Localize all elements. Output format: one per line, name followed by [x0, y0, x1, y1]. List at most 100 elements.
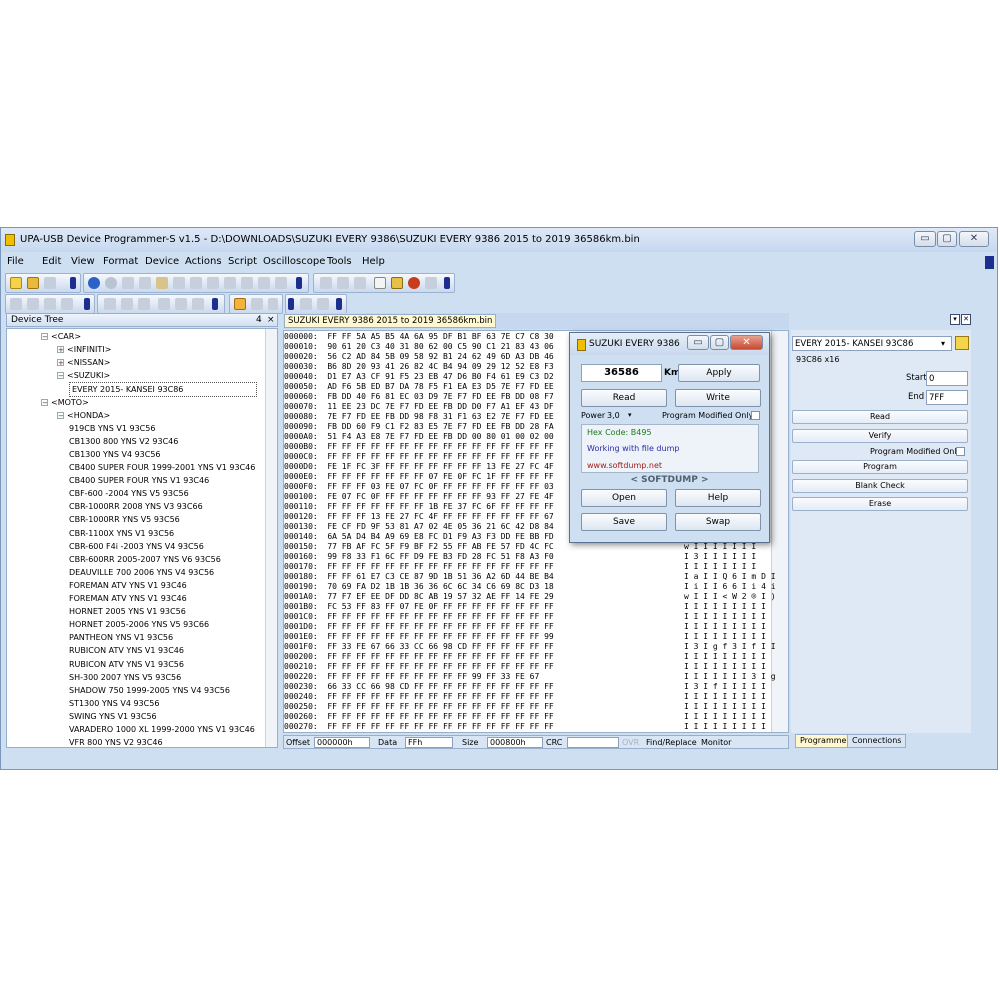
- hex-row[interactable]: 000170: FF FF FF FF FF FF FF FF FF FF FF…: [284, 562, 554, 572]
- wave-icon[interactable]: [268, 298, 278, 310]
- program-modified-only-checkbox[interactable]: [956, 447, 965, 456]
- save-button[interactable]: Save: [581, 513, 667, 531]
- select-mode-icon[interactable]: [251, 298, 263, 310]
- hex-row[interactable]: 000040: D1 E7 A3 CF 91 F5 23 EB 47 D6 B0…: [284, 372, 554, 382]
- ascii-row[interactable]: I I I I I I I I I: [684, 652, 766, 662]
- hex-row[interactable]: 000140: 6A 5A D4 B4 A9 69 E8 FC D1 F9 A3…: [284, 532, 554, 542]
- list-icon[interactable]: [320, 277, 332, 289]
- hex-row[interactable]: 000120: FF FF FF 13 FE 27 FC 4F FF FF FF…: [284, 512, 554, 522]
- view6-icon[interactable]: [192, 298, 204, 310]
- ascii-row[interactable]: I I I I I I I I I: [684, 722, 766, 732]
- hex-row[interactable]: 000070: 11 EE 23 DC 7E F7 FD EE FB DD D0…: [284, 402, 554, 412]
- menu-script[interactable]: Script: [228, 256, 257, 267]
- cross-icon[interactable]: [44, 298, 56, 310]
- hex-row[interactable]: 0001A0: 77 F7 EF EE DF DD 8C AB 19 57 32…: [284, 592, 554, 602]
- cursor-mode-icon[interactable]: [234, 298, 246, 310]
- collapse-icon[interactable]: −: [41, 398, 48, 406]
- toolbar-overflow-icon[interactable]: [70, 277, 76, 289]
- menu-edit[interactable]: Edit: [42, 256, 61, 267]
- hex-row[interactable]: 000000: FF FF 5A A5 B5 4A 6A 95 DF B1 BF…: [284, 332, 554, 342]
- tree-item[interactable]: VFR 800 YNS V2 93C46: [69, 736, 163, 747]
- hex-row[interactable]: 0001E0: FF FF FF FF FF FF FF FF FF FF FF…: [284, 632, 554, 642]
- hex-row[interactable]: 000260: FF FF FF FF FF FF FF FF FF FF FF…: [284, 712, 554, 722]
- open-button[interactable]: Open: [581, 489, 667, 507]
- hex-row[interactable]: 000080: 7E F7 FD EE FB DD 98 F8 31 F1 63…: [284, 412, 554, 422]
- pin-icon[interactable]: 4: [256, 314, 262, 326]
- play-icon[interactable]: [300, 298, 312, 310]
- tree-item[interactable]: SWING YNS V1 93C56: [69, 710, 157, 723]
- collapse-icon[interactable]: −: [57, 411, 64, 419]
- hex-row[interactable]: 000110: FF FF FF FF FF FF FF 1B FE 37 FC…: [284, 502, 554, 512]
- paste-icon[interactable]: [156, 277, 168, 289]
- menu-oscilloscope[interactable]: Oscilloscope: [263, 256, 325, 267]
- document-icon[interactable]: [224, 277, 236, 289]
- erase-icon[interactable]: [425, 277, 437, 289]
- save-icon[interactable]: [44, 277, 56, 289]
- dialog-program-modified-checkbox[interactable]: [751, 411, 760, 420]
- tree-scrollbar[interactable]: [265, 329, 277, 747]
- cut-icon[interactable]: [122, 277, 134, 289]
- website-link[interactable]: www.softdump.net: [587, 461, 662, 470]
- verify-button[interactable]: Verify: [792, 429, 968, 443]
- menu-help[interactable]: Help: [362, 256, 385, 267]
- toolbar-overflow-icon[interactable]: [336, 298, 342, 310]
- close-tab-icon[interactable]: ✕: [961, 314, 971, 325]
- close-icon[interactable]: ×: [267, 314, 275, 326]
- cut2-icon[interactable]: [207, 277, 219, 289]
- ascii-row[interactable]: I I I I I I I I I: [684, 692, 766, 702]
- view2-icon[interactable]: [121, 298, 133, 310]
- tree-item[interactable]: RUBICON ATV YNS V1 93C56: [69, 658, 184, 671]
- view5-icon[interactable]: [175, 298, 187, 310]
- menu-tools[interactable]: Tools: [327, 256, 352, 267]
- blank-check-button[interactable]: Blank Check: [792, 479, 968, 493]
- home-icon[interactable]: [61, 298, 73, 310]
- bug-icon[interactable]: [408, 277, 420, 289]
- erase-button[interactable]: Erase: [792, 497, 968, 511]
- open-folder-icon[interactable]: [27, 277, 39, 289]
- ascii-row[interactable]: I a I I Q 6 I m D I: [684, 572, 776, 582]
- read-chip-icon[interactable]: [337, 277, 349, 289]
- new-file-icon[interactable]: [10, 277, 22, 289]
- tab-connections[interactable]: Connections: [847, 734, 907, 748]
- hex-row[interactable]: 000100: FE 07 FC 0F FF FF FF FF FF FF FF…: [284, 492, 554, 502]
- tree-item[interactable]: CB400 SUPER FOUR YNS V1 93C46: [69, 474, 209, 487]
- hex-row[interactable]: 0000F0: FF FF FF 03 FE 07 FC 0F FF FF FF…: [284, 482, 554, 492]
- menu-view[interactable]: View: [71, 256, 95, 267]
- tree-item[interactable]: SH-300 2007 YNS V5 93C56: [69, 671, 181, 684]
- dialog-maximize-button[interactable]: ▢: [710, 335, 729, 350]
- minimize-button[interactable]: ▭: [914, 231, 936, 247]
- hex-row[interactable]: 000060: FB DD 40 F6 81 EC 03 D9 7E F7 FD…: [284, 392, 554, 402]
- tree-item[interactable]: − <HONDA>: [57, 409, 110, 422]
- crc-field[interactable]: [567, 737, 619, 748]
- tree-item[interactable]: EVERY 2015- KANSEI 93C86: [69, 382, 257, 398]
- view4-icon[interactable]: [158, 298, 170, 310]
- km-field[interactable]: 36586: [581, 364, 662, 382]
- toolbar-overflow-icon[interactable]: [84, 298, 90, 310]
- tree-item[interactable]: FOREMAN ATV YNS V1 93C46: [69, 579, 187, 592]
- hex-row[interactable]: 000230: 66 33 CC 66 98 CD FF FF FF FF FF…: [284, 682, 554, 692]
- toolbar-overflow-icon[interactable]: [288, 298, 294, 310]
- hex-icon[interactable]: [258, 277, 270, 289]
- file-tab[interactable]: SUZUKI EVERY 9386 2015 to 2019 36586km.b…: [284, 314, 497, 328]
- hex-row[interactable]: 000130: FE CF FD 9F 53 81 A7 02 4E 05 36…: [284, 522, 554, 532]
- hex-row[interactable]: 0001F0: FF 33 FE 67 66 33 CC 66 98 CD FF…: [284, 642, 554, 652]
- expand-icon[interactable]: +: [57, 359, 64, 367]
- hex-row[interactable]: 000190: 70 69 FA D2 1B 1B 36 36 6C 6C 34…: [284, 582, 554, 592]
- dialog-read-button[interactable]: Read: [581, 389, 667, 407]
- tree-item[interactable]: HORNET 2005 YNS V1 93C56: [69, 605, 186, 618]
- hex-row[interactable]: 0000C0: FF FF FF FF FF FF FF FF FF FF FF…: [284, 452, 554, 462]
- hex-row[interactable]: 0000B0: FF FF FF FF FF FF FF FF FF FF FF…: [284, 442, 554, 452]
- device-info-icon[interactable]: [955, 336, 969, 350]
- hex-row[interactable]: 000200: FF FF FF FF FF FF FF FF FF FF FF…: [284, 652, 554, 662]
- read-button[interactable]: Read: [792, 410, 968, 424]
- menu-format[interactable]: Format: [103, 256, 138, 267]
- tree-item[interactable]: ST1300 YNS V4 93C56: [69, 697, 159, 710]
- ascii-row[interactable]: w I I I I I I I: [684, 542, 756, 552]
- hex-row[interactable]: 000160: 99 F8 33 F1 6C FF D9 FE B3 FD 28…: [284, 552, 554, 562]
- hex-row[interactable]: 000050: AD F6 5B ED B7 DA 78 F5 F1 EA E3…: [284, 382, 554, 392]
- maximize-button[interactable]: ▢: [937, 231, 957, 247]
- tree-item[interactable]: HORNET 2005-2006 YNS V5 93C66: [69, 618, 209, 631]
- ascii-row[interactable]: I I I I I I I I I: [684, 622, 766, 632]
- program-button[interactable]: Program: [792, 460, 968, 474]
- hex-row[interactable]: 0000E0: FF FF FF FF FF FF FF 07 FE 0F FC…: [284, 472, 554, 482]
